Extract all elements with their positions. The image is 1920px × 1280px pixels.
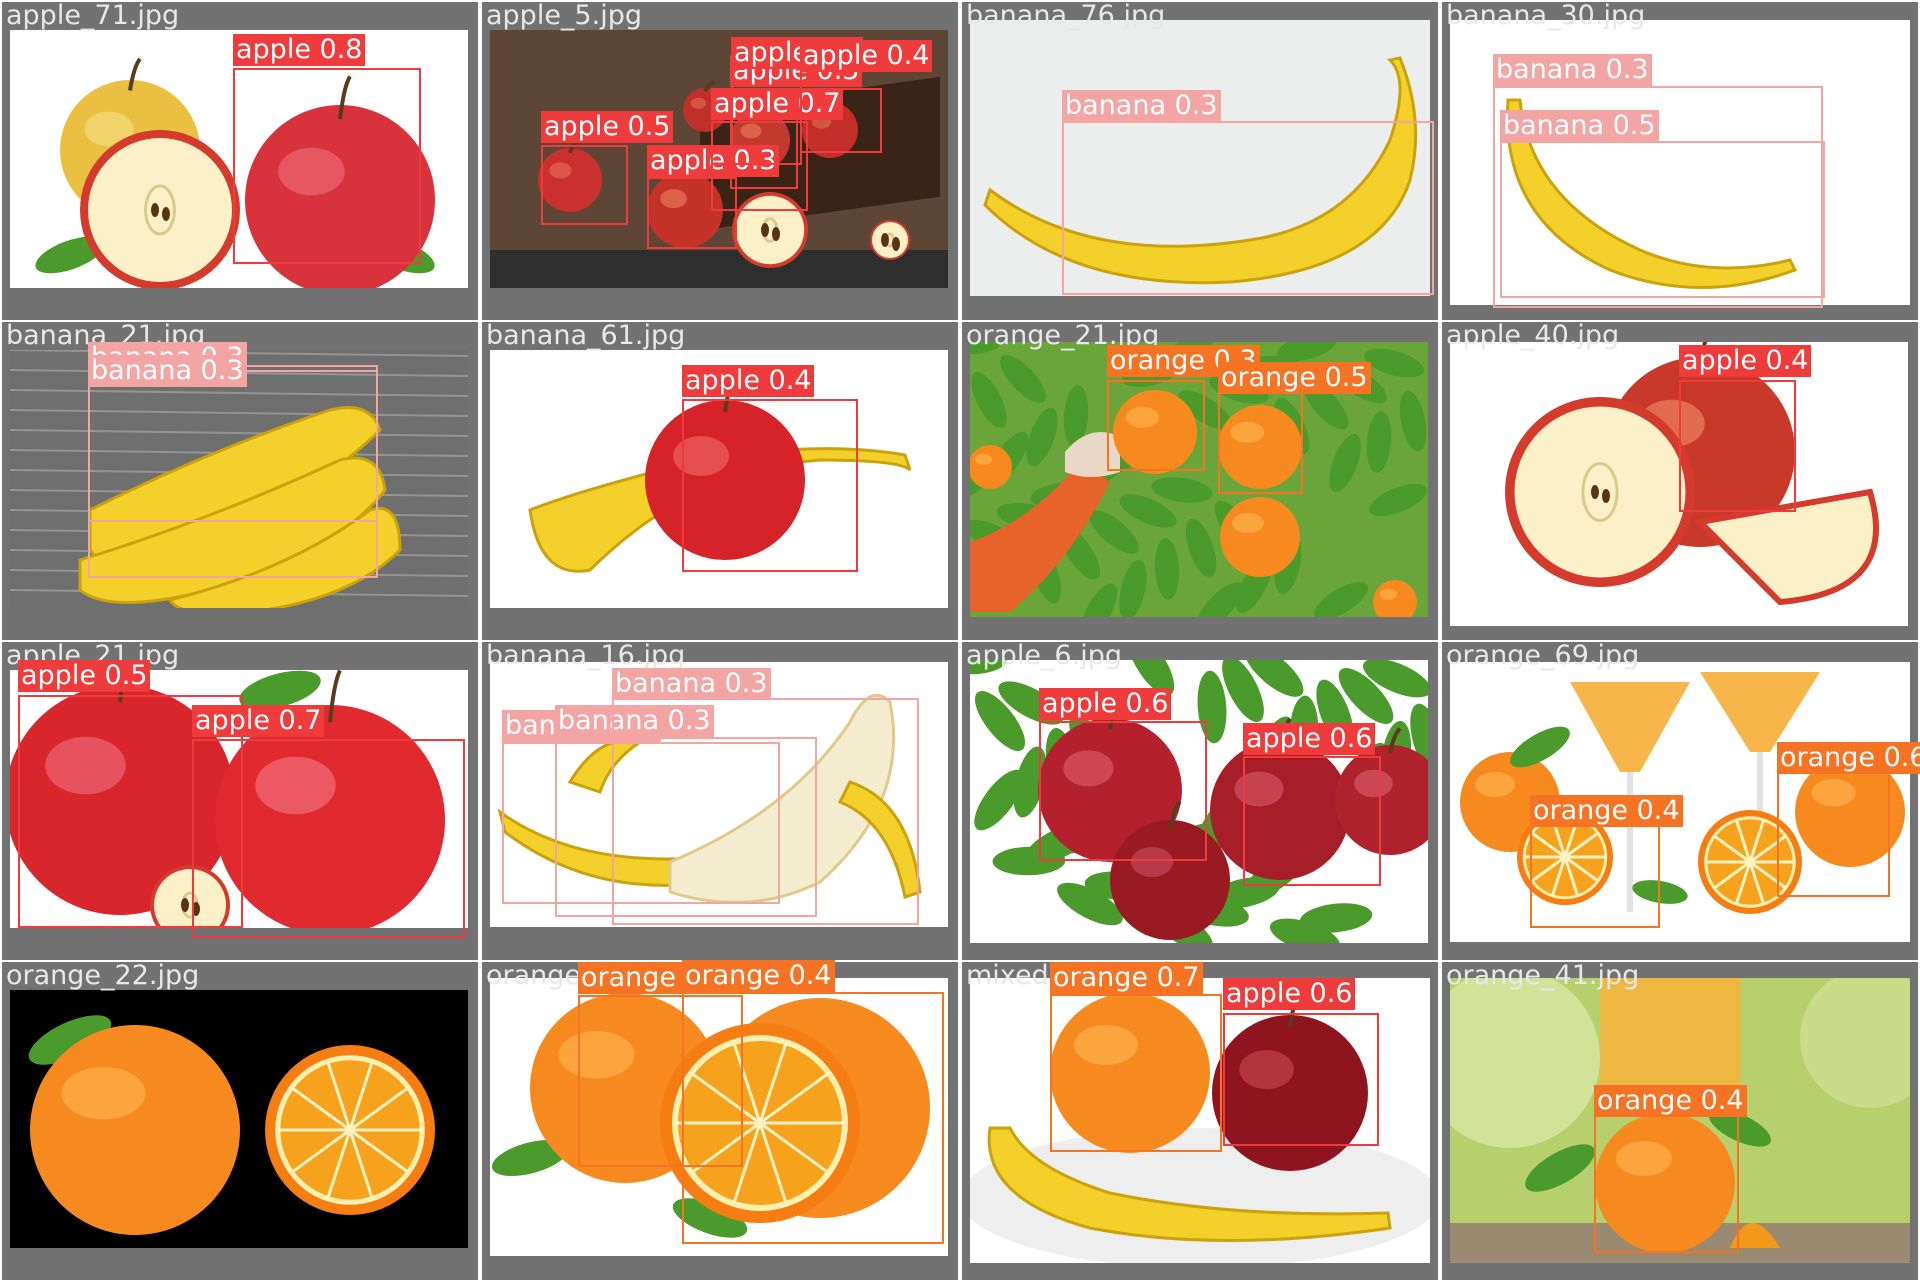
detection-grid: apple_71.jpgapple 0.8 apple_5.jpgapple 0.… [0, 0, 1920, 1280]
bounding-box [1530, 825, 1660, 928]
bounding-box [1223, 1013, 1379, 1146]
detection-label: orange 0.4 [1530, 795, 1683, 827]
detection-label: banana 0.5 [1500, 110, 1659, 142]
bounding-box [541, 145, 628, 225]
detection-label: apple 0.5 [541, 111, 674, 143]
bounding-box [1218, 380, 1303, 494]
detection-label: banana 0.3 [612, 668, 771, 700]
image-filename: banana_30.jpg [1446, 0, 1646, 31]
detection-label: apple 0.6 [1223, 978, 1356, 1010]
detection-label: apple 0.6 [1039, 688, 1172, 720]
bounding-box [682, 992, 944, 1244]
detection-label: apple 0.5 [18, 660, 151, 692]
bounding-box [682, 399, 858, 572]
image-filename: orange_69.jpg [1446, 640, 1640, 671]
bounding-box [88, 370, 378, 578]
bounding-box [1500, 141, 1825, 298]
detection-label: apple 0.7 [192, 705, 325, 737]
image-filename: orange_22.jpg [6, 960, 200, 991]
detection-label: banana 0.3 [88, 355, 247, 387]
image-filename: apple_6.jpg [966, 640, 1122, 671]
bounding-box [800, 88, 882, 153]
detection-label: banana 0.3 [1062, 90, 1221, 122]
image-filename: banana_61.jpg [486, 320, 686, 351]
bounding-box [1679, 380, 1796, 512]
image-filename: apple_5.jpg [486, 0, 642, 31]
detection-label: apple 0.4 [682, 365, 815, 397]
detection-label: orange 0.5 [1218, 362, 1371, 394]
detection-label: apple 0.4 [1679, 345, 1812, 377]
detection-label: apple 0.4 [800, 40, 933, 72]
detection-label: orange 0.7 [1050, 962, 1203, 994]
fruit-photo [10, 990, 468, 1248]
detection-label: banana 0.3 [1493, 54, 1652, 86]
image-filename: apple_40.jpg [1446, 320, 1620, 351]
detection-label: orange 0.4 [682, 960, 835, 992]
bounding-box [192, 739, 465, 938]
detection-label: apple 0.6 [1243, 723, 1376, 755]
image-filename: banana_76.jpg [966, 0, 1166, 31]
detection-label: apple 0.8 [233, 34, 366, 66]
detection-label: orange 0.6 [1777, 742, 1920, 774]
bounding-box [1062, 121, 1434, 295]
bounding-box [233, 68, 421, 264]
bounding-box [612, 698, 919, 925]
image-filename: apple_71.jpg [6, 0, 180, 31]
bounding-box [731, 65, 802, 165]
bounding-box [1107, 380, 1205, 471]
bounding-box [1050, 994, 1222, 1152]
image-filename: orange_41.jpg [1446, 960, 1640, 991]
bounding-box [1243, 756, 1381, 886]
bounding-box [1039, 721, 1207, 861]
detection-label: orange 0.4 [1594, 1085, 1747, 1117]
